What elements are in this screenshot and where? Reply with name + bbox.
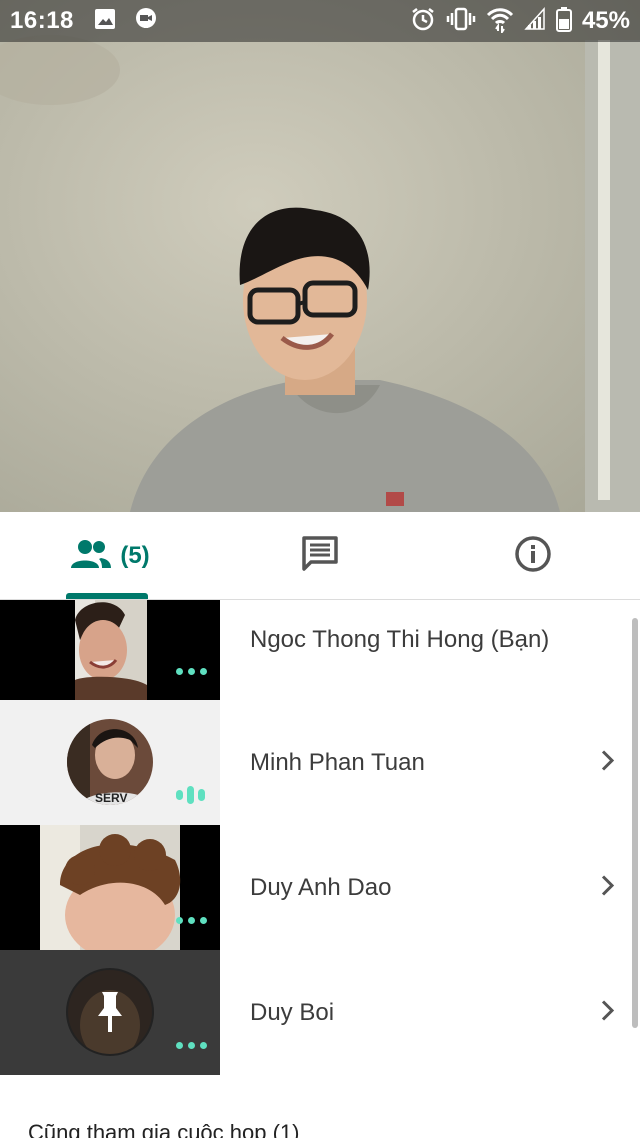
tab-bar: (5)	[0, 512, 640, 600]
vibrate-icon	[446, 6, 476, 37]
participant-row-duy-anh[interactable]: Duy Anh Dao	[0, 825, 640, 950]
hangouts-meet-icon	[134, 7, 158, 36]
speaking-indicator-icon	[176, 786, 205, 804]
participant-name: Minh Phan Tuan	[250, 748, 425, 776]
image-icon	[94, 8, 116, 35]
more-options-dots-icon	[176, 917, 207, 924]
status-bar: 16:18 45%	[0, 0, 640, 42]
tab-chat[interactable]	[250, 512, 390, 600]
battery-icon	[555, 6, 572, 37]
tab-people[interactable]: (5)	[40, 512, 180, 600]
chat-icon	[301, 535, 339, 578]
more-options-dots-icon	[176, 1042, 207, 1049]
participant-avatar-thumb: SERV	[0, 700, 220, 825]
tab-info[interactable]	[463, 512, 603, 600]
scrollbar[interactable]	[632, 618, 638, 1028]
participant-name: Duy Anh Dao	[250, 873, 392, 901]
participant-row-duy-boi[interactable]: Duy Boi	[0, 950, 640, 1075]
participant-avatar-thumb	[0, 950, 220, 1075]
more-options-dots-icon	[176, 668, 207, 675]
chevron-right-icon[interactable]	[600, 748, 616, 777]
people-icon	[70, 538, 112, 575]
main-video-feed[interactable]	[0, 0, 640, 512]
svg-text:SERV: SERV	[95, 791, 127, 805]
active-tab-indicator	[66, 593, 148, 599]
participant-video-thumb	[0, 600, 220, 700]
chevron-right-icon[interactable]	[600, 998, 616, 1027]
signal-icon	[524, 6, 546, 36]
people-count: (5)	[120, 542, 150, 569]
status-time: 16:18	[10, 7, 74, 34]
participant-thumbnail-image	[75, 600, 147, 700]
participant-row-self[interactable]: Ngoc Thong Thi Hong (Bạn)	[0, 600, 640, 700]
wifi-icon	[486, 5, 514, 38]
avatar: SERV	[67, 719, 153, 805]
alarm-icon	[410, 6, 436, 37]
chevron-right-icon[interactable]	[600, 873, 616, 902]
participant-list: Ngoc Thong Thi Hong (Bạn) SERV Minh Phan…	[0, 600, 640, 1075]
participant-thumbnail-image	[40, 825, 181, 950]
participant-row-minh[interactable]: SERV Minh Phan Tuan	[0, 700, 640, 825]
also-in-meeting-header: Cũng tham gia cuộc họp (1)	[28, 1120, 300, 1138]
participant-name: Ngoc Thong Thi Hong (Bạn)	[250, 626, 550, 653]
participant-name: Duy Boi	[250, 998, 335, 1026]
battery-percent: 45%	[581, 7, 630, 34]
pin-icon	[96, 990, 124, 1039]
info-icon	[514, 535, 552, 578]
participant-video-thumb	[0, 825, 220, 950]
main-video-image	[0, 0, 640, 512]
